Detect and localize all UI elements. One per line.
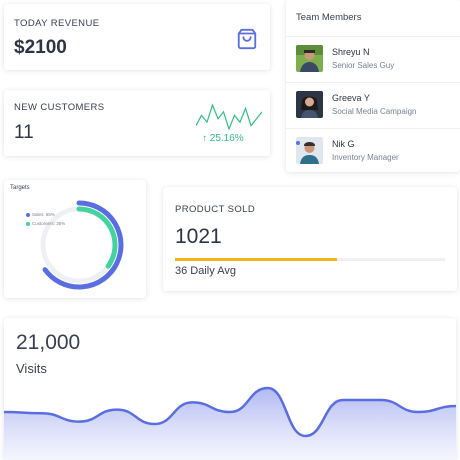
team-members-card: Team Members Shreyu N Senior Sales Guy G… xyxy=(286,0,460,172)
team-title: Team Members xyxy=(296,12,362,23)
avatar xyxy=(296,45,323,72)
product-value: 1021 xyxy=(175,225,222,248)
legend-swatch xyxy=(26,212,30,217)
member-name: Greeva Y xyxy=(332,93,370,103)
avatar xyxy=(296,137,323,164)
customers-label: NEW CUSTOMERS xyxy=(14,102,105,113)
product-sold-card: PRODUCT SOLD 1021 36 Daily Avg xyxy=(163,187,457,291)
targets-legend: Sales: 65% Customers: 35% xyxy=(26,210,65,228)
product-daily-avg: 36 Daily Avg xyxy=(175,265,236,277)
member-item[interactable]: Nik G Inventory Manager xyxy=(286,128,460,173)
visits-area-fill xyxy=(4,388,456,460)
revenue-label: TODAY REVENUE xyxy=(14,18,100,29)
customers-value: 11 xyxy=(14,122,34,143)
new-customers-card: NEW CUSTOMERS 11 ↑ 25.16% xyxy=(4,90,270,156)
legend-swatch xyxy=(26,221,30,226)
targets-card: Targets Sales: 65% Customers: 35% xyxy=(4,180,146,298)
customers-growth: ↑ 25.16% xyxy=(202,133,244,144)
targets-title: Targets xyxy=(10,185,30,191)
product-progress-fill xyxy=(175,258,337,261)
member-item[interactable]: Shreyu N Senior Sales Guy xyxy=(286,36,460,81)
revenue-value: $2100 xyxy=(14,37,67,58)
member-item[interactable]: Greeva Y Social Media Campaign xyxy=(286,82,460,127)
visits-area-chart xyxy=(4,386,456,460)
product-progress-track xyxy=(175,258,445,261)
legend-item: Sales: 65% xyxy=(26,210,65,219)
legend-item: Customers: 35% xyxy=(26,219,65,228)
legend-label: Sales: 65% xyxy=(32,212,55,217)
member-role: Senior Sales Guy xyxy=(332,61,395,70)
shopping-bag-icon[interactable] xyxy=(236,28,258,50)
sparkline-series xyxy=(196,103,262,131)
legend-label: Customers: 35% xyxy=(32,221,66,226)
visits-value: 21,000 xyxy=(16,331,81,354)
customers-sparkline xyxy=(196,103,262,131)
online-status-dot xyxy=(296,141,300,145)
member-name: Nik G xyxy=(332,139,355,149)
member-role: Social Media Campaign xyxy=(332,107,417,116)
member-name: Shreyu N xyxy=(332,47,370,57)
member-role: Inventory Manager xyxy=(332,153,399,162)
visits-card: 21,000 Visits xyxy=(4,318,456,460)
avatar xyxy=(296,91,323,118)
revenue-card: TODAY REVENUE $2100 xyxy=(4,4,270,70)
product-label: PRODUCT SOLD xyxy=(175,204,256,215)
